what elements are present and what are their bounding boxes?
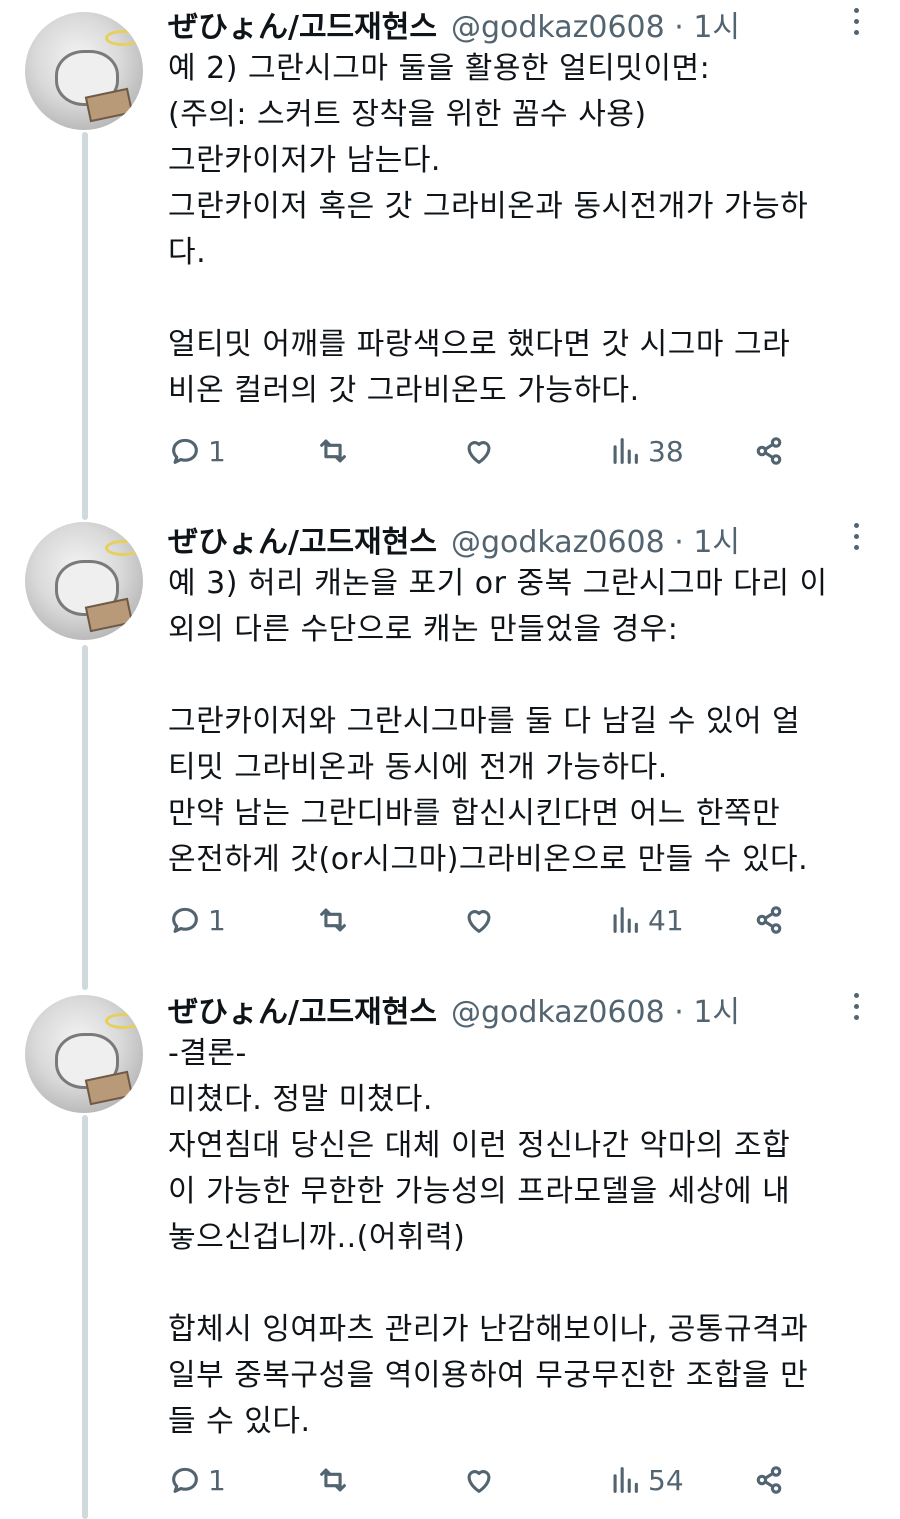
views-icon: [613, 438, 638, 464]
reply-button[interactable]: 1: [168, 1463, 226, 1497]
like-icon: [467, 441, 491, 464]
tweet-text-line: 외의 다른 수단으로 캐논 만들었을 경우:: [168, 612, 679, 647]
like-icon: [467, 1470, 491, 1493]
views-count: 54: [648, 1463, 684, 1497]
retweet-button[interactable]: [316, 434, 350, 468]
tweet-text-line: 그란카이저와 그란시그마를 둘 다 남길 수 있어 얼: [168, 704, 801, 739]
tweet-text-line: 다.: [168, 235, 207, 270]
more-icon[interactable]: [846, 523, 866, 555]
share-button[interactable]: [752, 434, 786, 468]
tweet-text-line: [168, 653, 878, 699]
tweet-text-line: 얼티밋 어깨를 파랑색으로 했다면 갓 시그마 그라: [168, 327, 791, 362]
tweet-header: ぜひょん/고드재현스 @godkaz0608 · 1시: [168, 2, 740, 46]
like-icon: [467, 910, 491, 933]
retweet-icon: [320, 439, 346, 463]
avatar[interactable]: [25, 995, 143, 1113]
views-icon: [613, 1467, 638, 1493]
retweet-button[interactable]: [316, 1463, 350, 1497]
like-button[interactable]: [462, 434, 496, 468]
views-button[interactable]: 41: [608, 903, 684, 937]
share-icon: [756, 906, 782, 934]
tweet-actions: 1 41: [168, 903, 808, 943]
views-icon: [613, 907, 638, 933]
tweet-text-line: 그란카이저 혹은 갓 그라비온과 동시전개가 가능하: [168, 189, 809, 224]
tweet-text-line: 일부 중복구성을 역이용하여 무궁무진한 조합을 만: [168, 1358, 809, 1393]
tweet-text-line: 자연침대 당신은 대체 이런 정신나간 악마의 조합: [168, 1128, 791, 1163]
like-button[interactable]: [462, 1463, 496, 1497]
tweet-header: ぜひょん/고드재현스 @godkaz0608 · 1시: [168, 987, 740, 1031]
avatar-halo: [105, 540, 141, 556]
tweet-text: 예 3) 허리 캐논을 포기 or 중복 그란시그마 다리 이 외의 다른 수단…: [168, 561, 878, 883]
tweet-text-line: 비온 컬러의 갓 그라비온도 가능하다.: [168, 373, 640, 408]
tweet-text-line: 그란카이저가 남는다.: [168, 143, 441, 178]
tweet[interactable]: ぜひょん/고드재현스 @godkaz0608 · 1시 예 2) 그란시그마 둘…: [0, 2, 900, 482]
views-button[interactable]: 54: [608, 1463, 684, 1497]
handle-and-time[interactable]: @godkaz0608 · 1시: [451, 987, 740, 1031]
display-name[interactable]: ぜひょん/고드재현스: [168, 2, 437, 46]
handle-and-time[interactable]: @godkaz0608 · 1시: [451, 517, 740, 561]
tweet[interactable]: ぜひょん/고드재현스 @godkaz0608 · 1시 -결론- 미쳤다. 정말…: [0, 987, 900, 1519]
reply-count: 1: [208, 434, 226, 468]
tweet-text-line: (주의: 스커트 장착을 위한 꼼수 사용): [168, 97, 647, 132]
reply-button[interactable]: 1: [168, 434, 226, 468]
tweet-text-line: 예 2) 그란시그마 둘을 활용한 얼티밋이면:: [168, 51, 711, 86]
share-button[interactable]: [752, 1463, 786, 1497]
tweet-actions: 1 54: [168, 1463, 808, 1503]
reply-icon: [172, 907, 198, 933]
tweet-text-line: 놓으신겁니까..(어휘력): [168, 1220, 466, 1255]
tweet-text-line: 만약 남는 그란디바를 합신시킨다면 어느 한쪽만: [168, 796, 781, 831]
views-count: 41: [648, 903, 684, 937]
retweet-icon: [320, 1468, 346, 1492]
tweet-text-line: -결론-: [168, 1036, 247, 1071]
avatar[interactable]: [25, 522, 143, 640]
tweet-header: ぜひょん/고드재현스 @godkaz0608 · 1시: [168, 517, 740, 561]
share-button[interactable]: [752, 903, 786, 937]
reply-count: 1: [208, 903, 226, 937]
tweet-text-line: 이 가능한 무한한 가능성의 프라모델을 세상에 내: [168, 1174, 791, 1209]
display-name[interactable]: ぜひょん/고드재현스: [168, 987, 437, 1031]
tweet-text-line: 미쳤다. 정말 미쳤다.: [168, 1082, 433, 1117]
more-icon[interactable]: [846, 8, 866, 40]
tweet-text-line: 예 3) 허리 캐논을 포기 or 중복 그란시그마 다리 이: [168, 566, 828, 601]
reply-icon: [172, 438, 198, 464]
tweet[interactable]: ぜひょん/고드재현스 @godkaz0608 · 1시 예 3) 허리 캐논을 …: [0, 517, 900, 957]
share-icon: [756, 437, 782, 465]
avatar-halo: [105, 30, 141, 46]
reply-icon: [172, 1467, 198, 1493]
tweet-text-line: 합체시 잉여파츠 관리가 난감해보이나, 공통규격과: [168, 1312, 809, 1347]
avatar-halo: [105, 1013, 141, 1029]
more-icon[interactable]: [846, 993, 866, 1025]
handle-and-time[interactable]: @godkaz0608 · 1시: [451, 2, 740, 46]
views-button[interactable]: 38: [608, 434, 684, 468]
tweet-text-line: 티밋 그라비온과 동시에 전개 가능하다.: [168, 750, 668, 785]
display-name[interactable]: ぜひょん/고드재현스: [168, 517, 437, 561]
tweet-text-line: [168, 276, 878, 322]
tweet-text: -결론- 미쳤다. 정말 미쳤다. 자연침대 당신은 대체 이런 정신나간 악마…: [168, 1031, 878, 1445]
tweet-text-line: 들 수 있다.: [168, 1404, 311, 1439]
reply-button[interactable]: 1: [168, 903, 226, 937]
reply-count: 1: [208, 1463, 226, 1497]
tweet-actions: 1 38: [168, 434, 808, 474]
tweet-text: 예 2) 그란시그마 둘을 활용한 얼티밋이면: (주의: 스커트 장착을 위한…: [168, 46, 878, 414]
tweet-text-line: [168, 1261, 878, 1307]
retweet-button[interactable]: [316, 903, 350, 937]
retweet-icon: [320, 908, 346, 932]
views-count: 38: [648, 434, 684, 468]
tweet-text-line: 온전하게 갓(or시그마)그라비온으로 만들 수 있다.: [168, 842, 809, 877]
share-icon: [756, 1466, 782, 1494]
avatar[interactable]: [25, 12, 143, 130]
like-button[interactable]: [462, 903, 496, 937]
